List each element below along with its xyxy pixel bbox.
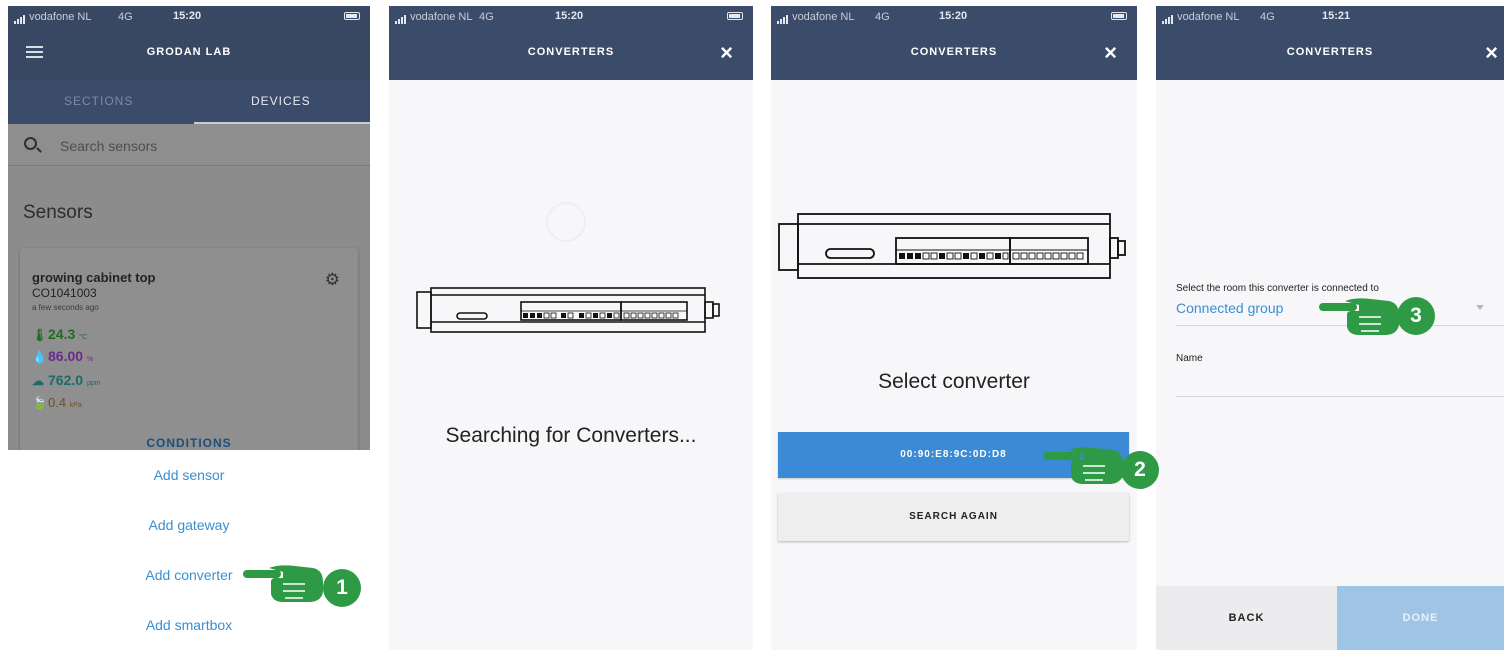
room-select[interactable]: Connected group — [1176, 300, 1283, 316]
search-icon — [24, 137, 37, 150]
sensor-updated: a few seconds ago — [32, 303, 99, 312]
screen-select-converter: CONVERTERS × vodafone NL 4G 15:20 Select… — [771, 6, 1137, 650]
add-gateway-option[interactable]: Add gateway — [8, 517, 370, 533]
battery-icon — [344, 12, 360, 20]
select-converter-heading: Select converter — [878, 370, 1030, 393]
carrier-name: vodafone NL — [1177, 11, 1240, 23]
sensor-code: CO1041003 — [32, 286, 97, 300]
thermometer-icon: 🌡 — [32, 328, 48, 342]
carrier-name: vodafone NL — [792, 11, 855, 23]
battery-icon — [727, 12, 743, 20]
screen-title: CONVERTERS — [527, 46, 615, 58]
step-badge-3: 3 — [1397, 297, 1435, 335]
chevron-down-icon[interactable] — [1476, 305, 1484, 310]
battery-icon — [1111, 12, 1127, 20]
status-bar: vodafone NL 4G 15:20 — [8, 6, 370, 28]
pointing-hand-icon — [1319, 298, 1399, 335]
signal-icon — [777, 12, 789, 24]
screen-searching: CONVERTERS × vodafone NL 4G 15:20 Search… — [389, 6, 753, 650]
gear-icon[interactable]: ⚙ — [325, 270, 340, 290]
status-bar: vodafone NL 4G 15:20 — [771, 6, 1137, 28]
temperature-reading: 🌡24.3 °C — [32, 326, 87, 342]
sensor-card[interactable]: growing cabinet top CO1041003 a few seco… — [20, 248, 358, 458]
close-icon[interactable]: × — [720, 40, 733, 66]
leaf-icon: 🍃 — [32, 396, 47, 410]
status-time: 15:20 — [555, 10, 584, 22]
signal-icon — [1162, 12, 1174, 24]
name-field-label: Name — [1176, 353, 1203, 364]
cloud-icon: ☁ — [32, 374, 44, 388]
screen-title: CONVERTERS — [910, 46, 998, 58]
done-button[interactable]: DONE — [1337, 586, 1504, 650]
signal-icon — [395, 12, 407, 24]
status-bar: vodafone NL 4G 15:20 — [389, 6, 753, 28]
app-title: GRODAN LAB — [146, 46, 232, 58]
loading-spinner — [546, 202, 586, 242]
pointing-hand-icon — [1043, 447, 1123, 484]
vpd-reading: 🍃0.4 kPa — [32, 395, 82, 410]
step-badge-2: 2 — [1121, 451, 1159, 489]
step-badge-1: 1 — [323, 569, 361, 607]
network-type: 4G — [875, 11, 890, 23]
name-field[interactable] — [1176, 396, 1504, 397]
add-device-sheet: Add sensor Add gateway Add converter Add… — [8, 450, 370, 650]
search-bar[interactable]: Search sensors — [8, 124, 370, 166]
carrier-name: vodafone NL — [29, 11, 92, 23]
tab-devices[interactable]: DEVICES — [251, 94, 311, 108]
status-time: 15:20 — [939, 10, 968, 22]
humidity-reading: 💧86.00 % — [32, 348, 94, 364]
status-time: 15:20 — [173, 10, 202, 22]
section-tabs: SECTIONS DEVICES — [8, 80, 370, 124]
carrier-name: vodafone NL — [410, 11, 473, 23]
add-sensor-option[interactable]: Add sensor — [8, 467, 370, 483]
searching-message: Searching for Converters... — [445, 424, 697, 447]
converter-device-illustration — [416, 287, 720, 333]
search-again-button[interactable]: SEARCH AGAIN — [778, 493, 1129, 541]
add-smartbox-option[interactable]: Add smartbox — [8, 617, 370, 633]
screen-devices: GRODAN LAB vodafone NL 4G 15:20 SECTIONS… — [8, 6, 370, 650]
back-button[interactable]: BACK — [1156, 586, 1337, 650]
droplet-icon: 💧 — [32, 350, 47, 364]
co2-reading: ☁ 762.0 ppm — [32, 372, 101, 388]
pointing-hand-icon — [243, 565, 323, 602]
sensor-name: growing cabinet top — [32, 270, 156, 285]
network-type: 4G — [1260, 11, 1275, 23]
status-time: 15:21 — [1322, 10, 1351, 22]
screen-title: CONVERTERS — [1286, 46, 1374, 58]
network-type: 4G — [118, 11, 133, 23]
converter-device-illustration — [778, 213, 1126, 279]
close-icon[interactable]: × — [1104, 40, 1117, 66]
search-input[interactable]: Search sensors — [60, 138, 157, 154]
sensors-heading: Sensors — [23, 202, 93, 223]
signal-icon — [14, 12, 26, 24]
close-icon[interactable]: × — [1485, 40, 1498, 66]
tab-sections[interactable]: SECTIONS — [64, 94, 133, 108]
status-bar: vodafone NL 4G 15:21 — [1156, 6, 1504, 28]
network-type: 4G — [479, 11, 494, 23]
conditions-link[interactable]: CONDITIONS — [20, 436, 358, 450]
